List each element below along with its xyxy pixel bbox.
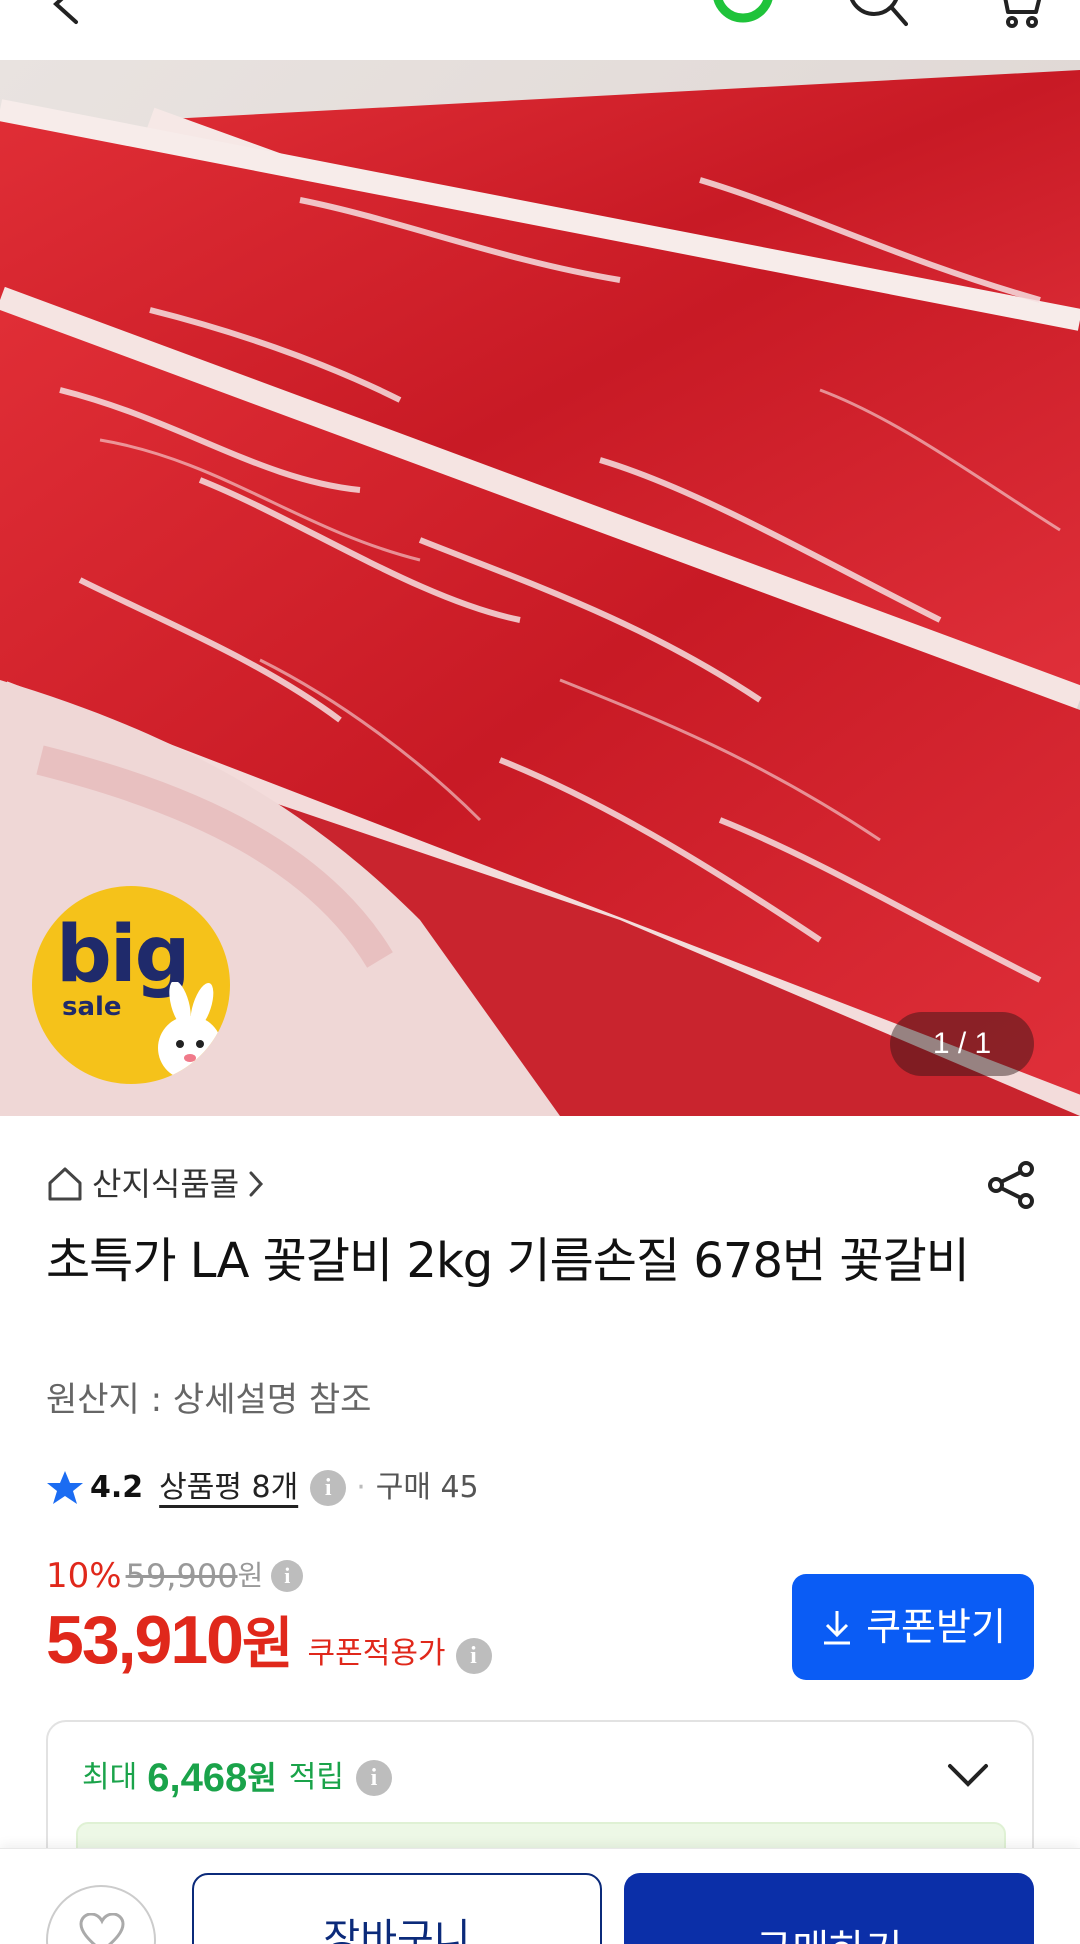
star-icon [47,1471,83,1504]
badge-sale-text: sale [62,992,122,1022]
get-coupon-button[interactable]: 쿠폰받기 [792,1574,1034,1680]
home-icon [48,1167,82,1201]
sale-price-unit: 원 [241,1612,294,1677]
cart-icon[interactable] [988,0,1044,28]
bunny-icon [158,982,222,1080]
store-name: 산지식품몰 [92,1165,240,1203]
back-chevron-icon[interactable] [44,0,88,26]
product-image[interactable]: big sale 1 / 1 [0,60,1080,1116]
get-coupon-label: 쿠폰받기 [866,1605,1006,1649]
heart-icon [79,1913,125,1944]
reviews-link[interactable]: 상품평 8개 [159,1473,298,1503]
store-link[interactable]: 산지식품몰 [46,1162,267,1206]
points-amount: 6,468 [147,1756,248,1800]
wishlist-button[interactable] [46,1885,156,1944]
coupon-price-label: 쿠폰적용가 [307,1636,446,1671]
original-price: 59,900 [125,1557,238,1595]
search-icon[interactable] [846,0,908,28]
info-icon[interactable]: i [455,1638,492,1674]
chevron-right-icon [249,1171,264,1197]
points-max-label: 최대 [82,1760,138,1795]
sale-price: 53,910 [46,1602,244,1678]
original-price-unit: 원 [237,1559,264,1592]
info-icon[interactable]: i [355,1760,392,1796]
rating-score: 4.2 [90,1470,144,1505]
image-pager: 1 / 1 [890,1012,1034,1076]
green-ring-icon[interactable] [708,0,778,28]
top-bar [0,0,1080,60]
purchase-count: 구매 45 [375,1470,479,1505]
chevron-down-icon[interactable] [946,1762,990,1790]
big-sale-badge: big sale [32,886,230,1084]
points-unit: 원 [247,1759,277,1797]
separator-dot: · [356,1470,366,1505]
product-origin: 원산지 : 상세설명 참조 [46,1380,372,1420]
info-icon[interactable]: i [271,1560,304,1592]
add-to-cart-button[interactable]: 장바구니 [192,1873,602,1944]
product-title: 초특가 LA 꽃갈비 2kg 기름손질 678번 꽃갈비 [46,1233,970,1289]
share-icon[interactable] [986,1160,1036,1210]
price-block: 10% 59,900 원 i 53,910 원 쿠폰적용가 i [46,1554,492,1674]
bottom-action-bar: 장바구니 구매하기 [0,1848,1080,1944]
discount-rate: 10% [46,1556,122,1596]
points-suffix: 적립 [288,1760,344,1795]
rating-row: 4.2 상품평 8개 i · 구매 45 [46,1466,479,1510]
info-icon[interactable]: i [310,1470,347,1506]
download-icon [824,1611,851,1645]
buy-now-button[interactable]: 구매하기 [624,1873,1034,1944]
